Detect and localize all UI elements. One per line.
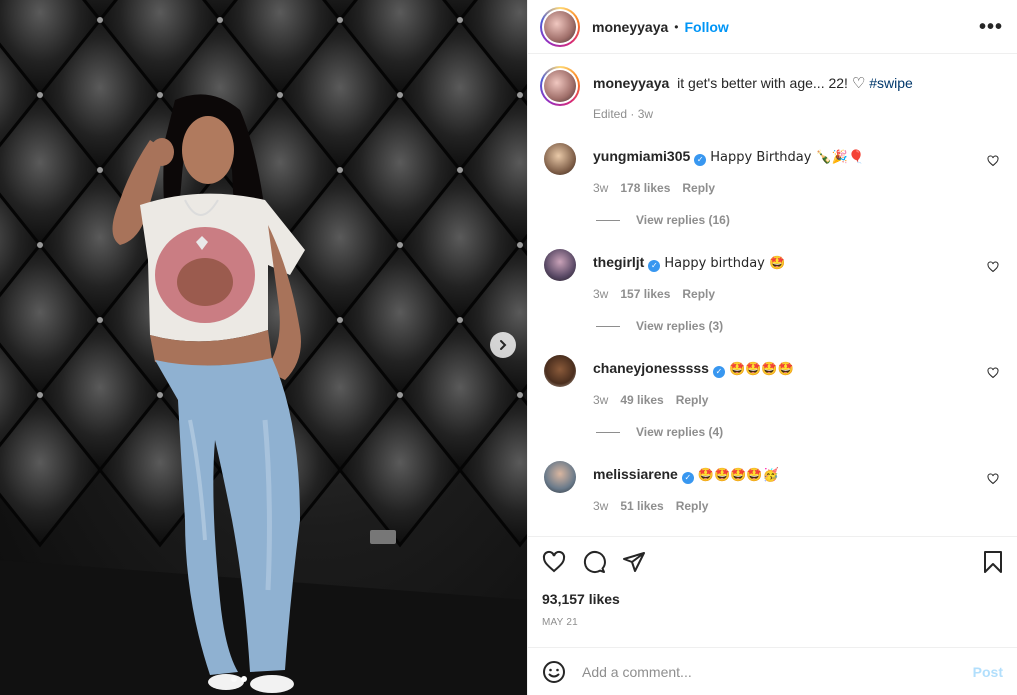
comment-text: 🤩🤩🤩🤩🥳 (697, 468, 779, 483)
comment-age: 3w (593, 499, 609, 513)
post-date: MAY 21 (542, 617, 578, 628)
caption-avatar[interactable] (540, 66, 580, 106)
comment-text: Happy birthday 🤩 (664, 256, 786, 271)
emoji-button[interactable] (542, 660, 566, 684)
replies-line (596, 431, 620, 433)
comment-item: chaneyjonesssss ✓ 🤩🤩🤩🤩 3w 49 likes Reply (540, 355, 1003, 407)
next-image-button[interactable] (490, 332, 516, 358)
comment-text: Happy Birthday 🍾🎉🎈 (710, 150, 865, 165)
like-button[interactable] (542, 550, 566, 574)
view-replies-label: View replies (3) (636, 319, 724, 333)
carousel-dot (231, 676, 237, 682)
reply-button[interactable]: Reply (682, 287, 715, 301)
heart-icon (542, 550, 566, 573)
hashtag-link[interactable]: #swipe (869, 75, 913, 91)
commenter-username[interactable]: chaneyjonesssss (593, 360, 709, 376)
person-figure (0, 94, 527, 695)
comment-age: 3w (593, 393, 609, 407)
comments-section[interactable]: moneyyaya it get's better with age... 22… (528, 54, 1017, 536)
comment-age: 3w (593, 287, 609, 301)
commenter-avatar[interactable] (544, 461, 576, 493)
header-separator: • (674, 19, 679, 34)
comment-item: melissiarene ✓ 🤩🤩🤩🤩🥳 3w 51 likes Reply (540, 461, 1003, 513)
bookmark-icon (984, 551, 1002, 573)
commenter-username[interactable]: melissiarene (593, 466, 678, 482)
view-replies-button[interactable]: View replies (3) (596, 319, 1003, 333)
comment-bubble-icon (583, 551, 606, 573)
avatar-image (544, 10, 576, 43)
comment-like-icon[interactable] (987, 261, 999, 273)
comment-input[interactable] (582, 663, 973, 680)
view-replies-button[interactable]: View replies (4) (596, 425, 1003, 439)
verified-badge-icon: ✓ (712, 366, 725, 378)
reply-button[interactable]: Reply (682, 181, 715, 195)
commenter-avatar[interactable] (544, 143, 576, 175)
follow-button[interactable]: Follow (684, 19, 728, 35)
paper-plane-icon (623, 552, 645, 572)
post-modal: moneyyaya • Follow ••• moneyyaya it get'… (0, 0, 1017, 695)
more-options-button[interactable]: ••• (979, 17, 1003, 37)
post-comment-button[interactable]: Post (973, 664, 1003, 680)
post-caption: moneyyaya it get's better with age... 22… (540, 66, 1003, 121)
view-replies-label: View replies (4) (636, 425, 724, 439)
post-side-panel: moneyyaya • Follow ••• moneyyaya it get'… (527, 0, 1017, 695)
reply-button[interactable]: Reply (676, 393, 709, 407)
view-replies-button[interactable]: View replies (16) (596, 213, 1003, 227)
caption-text: it get's better with age... 22! (677, 75, 848, 91)
replies-line (596, 325, 620, 327)
author-avatar[interactable] (540, 6, 580, 47)
post-actions: 93,157 likes MAY 21 (528, 536, 1017, 628)
share-button[interactable] (622, 550, 646, 574)
comment-age: 3w (593, 181, 609, 195)
reply-button[interactable]: Reply (676, 499, 709, 513)
verified-badge-icon: ✓ (681, 472, 694, 484)
verified-badge-icon: ✓ (648, 260, 661, 272)
save-button[interactable] (983, 550, 1003, 574)
author-username[interactable]: moneyyaya (592, 19, 668, 35)
view-replies-label: View replies (16) (636, 213, 730, 227)
avatar-image (544, 70, 576, 102)
caption-meta: Edited · 3w (593, 107, 654, 121)
commenter-username[interactable]: thegirljt (593, 254, 644, 270)
comment-button[interactable] (582, 550, 606, 574)
caption-username[interactable]: moneyyaya (593, 75, 669, 91)
comment-likes[interactable]: 157 likes (620, 287, 670, 301)
smiley-icon (543, 660, 565, 683)
add-comment-bar: Post (528, 647, 1017, 695)
comment-likes[interactable]: 178 likes (620, 181, 670, 195)
comment-likes[interactable]: 51 likes (620, 499, 663, 513)
comment-item: thegirljt ✓ Happy birthday 🤩 3w 157 likes … (540, 249, 1003, 301)
comment-like-icon[interactable] (987, 155, 999, 167)
likes-count[interactable]: 93,157 likes (542, 591, 1003, 607)
post-header: moneyyaya • Follow ••• (528, 0, 1017, 54)
comment-likes[interactable]: 49 likes (620, 393, 663, 407)
carousel-dot-active (241, 676, 247, 682)
commenter-username[interactable]: yungmiami305 (593, 148, 690, 164)
chevron-right-icon (500, 340, 507, 350)
post-photo[interactable] (0, 0, 527, 695)
comment-item: yungmiami305 ✓ Happy Birthday 🍾🎉🎈 3w 178 l… (540, 143, 1003, 195)
commenter-avatar[interactable] (544, 355, 576, 387)
heart-emoji: ♡ (851, 75, 866, 92)
comment-text: 🤩🤩🤩🤩 (728, 362, 794, 377)
verified-badge-icon: ✓ (694, 154, 707, 166)
replies-line (596, 219, 620, 221)
commenter-avatar[interactable] (544, 249, 576, 281)
carousel-indicator (231, 676, 247, 682)
comment-like-icon[interactable] (987, 473, 999, 485)
comment-like-icon[interactable] (987, 367, 999, 379)
